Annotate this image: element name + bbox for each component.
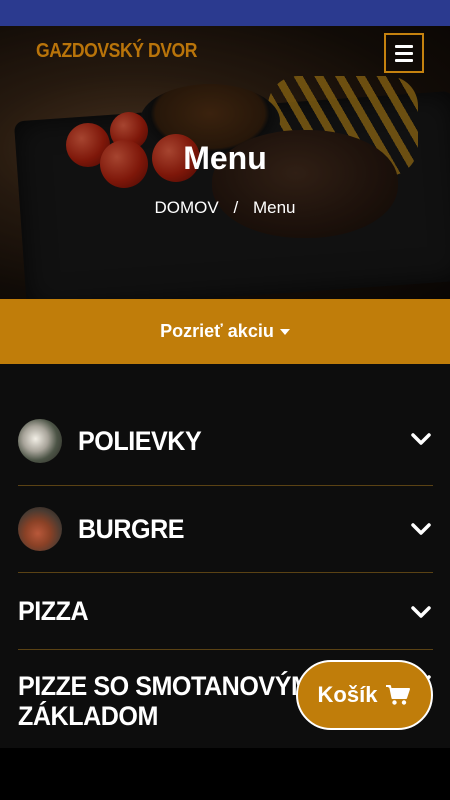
category-thumbnail xyxy=(18,418,62,463)
category-name: BURGRE xyxy=(78,513,185,544)
promo-label: Pozrieť akciu xyxy=(160,321,274,341)
category-name: PIZZA xyxy=(18,595,89,626)
chevron-down-icon[interactable] xyxy=(411,519,431,539)
breadcrumb-current: Menu xyxy=(252,198,296,217)
page-bottom xyxy=(0,748,450,800)
hamburger-menu-icon xyxy=(395,58,413,62)
hamburger-menu-button[interactable] xyxy=(384,33,424,73)
browser-top-bar xyxy=(0,0,450,26)
brand-logo[interactable]: GAZDOVSKÝ DVOR xyxy=(36,40,198,63)
breadcrumb-separator: / xyxy=(233,198,239,217)
category-pizza[interactable]: PIZZA xyxy=(18,572,433,650)
caret-down-icon xyxy=(279,328,290,335)
chevron-down-icon[interactable] xyxy=(411,429,431,449)
cart-icon xyxy=(386,685,411,705)
cart-label: Košík xyxy=(317,682,378,707)
cart-button[interactable]: Košík xyxy=(296,660,433,730)
category-name-line: PIZZE SO SMOTANOVÝM xyxy=(18,671,312,701)
page-title: Menu xyxy=(183,140,267,176)
category-name: POLIEVKY xyxy=(78,425,202,456)
breadcrumb: DOMOV / Menu xyxy=(0,198,450,218)
category-thumbnail xyxy=(18,506,62,551)
hamburger-menu-icon xyxy=(395,51,413,55)
category-name: PIZZE SO SMOTANOVÝM ZÁKLADOM xyxy=(18,671,334,731)
promo-dropdown-button[interactable]: Pozrieť akciu xyxy=(0,299,450,364)
breadcrumb-home-link[interactable]: DOMOV xyxy=(155,198,219,217)
category-name-line: ZÁKLADOM xyxy=(18,701,158,731)
category-burgre[interactable]: BURGRE xyxy=(18,485,433,573)
category-polievky[interactable]: POLIEVKY xyxy=(18,396,433,486)
hamburger-menu-icon xyxy=(395,44,413,48)
chevron-down-icon[interactable] xyxy=(411,602,431,622)
